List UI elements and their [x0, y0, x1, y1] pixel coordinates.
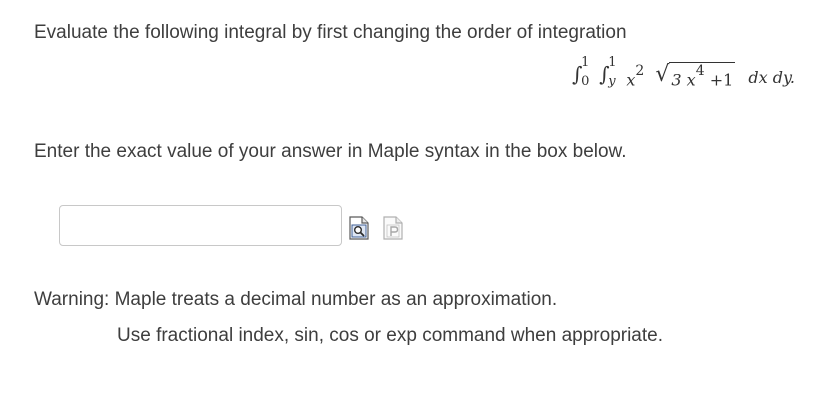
- plot-p-icon: [383, 216, 403, 240]
- radical-sign-icon: √: [655, 62, 670, 87]
- radicand-power: 4: [695, 63, 705, 79]
- warning-text: Warning: Maple treats a decimal number a…: [34, 289, 558, 310]
- inner-integral: ∫ 1 y: [599, 56, 617, 92]
- radicand: 3 x4 +1: [669, 62, 736, 90]
- square-root: √ 3 x4 +1: [655, 58, 736, 90]
- preview-magnifier-icon: [349, 216, 369, 240]
- preview-button[interactable]: [349, 216, 369, 240]
- outer-upper-limit: 1: [581, 55, 590, 70]
- integral-formula: ∫ 1 0 ∫ 1 y x2 √ 3 x4 +1 dx dy.: [572, 56, 795, 96]
- outer-integral: ∫ 1 0: [572, 56, 590, 92]
- differentials: dx dy.: [748, 68, 795, 87]
- integrand-factor: x2: [626, 63, 644, 90]
- outer-lower-limit: 0: [581, 74, 590, 89]
- answer-instruction: Enter the exact value of your answer in …: [34, 141, 627, 162]
- inner-upper-limit: 1: [608, 55, 617, 70]
- integrand-variable: x: [626, 70, 636, 90]
- inner-lower-limit: y: [608, 74, 616, 89]
- differentials-text: dx dy.: [748, 68, 795, 87]
- hint-text: Use fractional index, sin, cos or exp co…: [117, 325, 663, 346]
- radicand-constant: +1: [709, 70, 734, 90]
- question-prompt: Evaluate the following integral by first…: [34, 22, 627, 43]
- plot-button[interactable]: [383, 216, 403, 240]
- integrand-power: 2: [635, 63, 645, 79]
- radicand-term: 3 x: [671, 70, 696, 90]
- answer-input[interactable]: [59, 205, 342, 246]
